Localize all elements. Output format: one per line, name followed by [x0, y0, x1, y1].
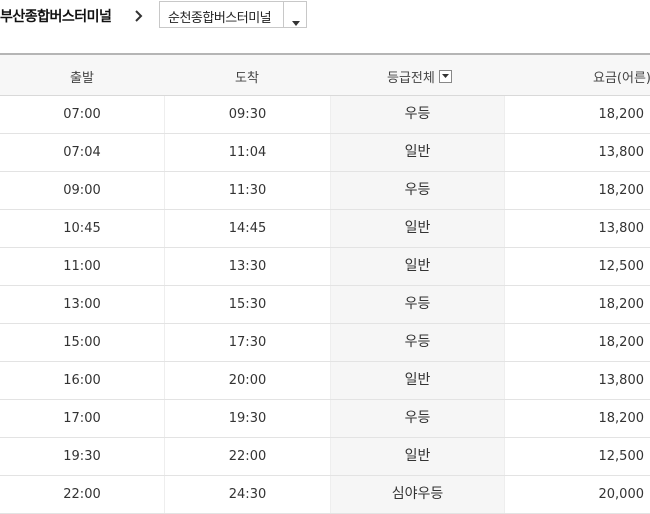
header-grade: 등급전체	[387, 67, 452, 86]
destination-value: 순천종합버스터미널	[168, 11, 272, 26]
fare-amount: 12,500	[598, 449, 645, 464]
arrival-time: 24:30	[165, 476, 331, 513]
departure-time: 19:30	[0, 438, 165, 475]
table-row[interactable]: 15:00 17:30 우등 18,200	[0, 324, 650, 362]
departure-time: 22:00	[0, 476, 165, 513]
bus-grade: 우등	[331, 172, 505, 209]
departure-time: 15:00	[0, 324, 165, 361]
arrival-time: 14:45	[165, 210, 331, 247]
fare-amount: 13,800	[598, 221, 645, 236]
destination-select[interactable]: 순천종합버스터미널	[159, 1, 307, 28]
bus-grade: 심야우등	[331, 476, 505, 513]
bus-grade: 우등	[331, 400, 505, 437]
bus-grade: 일반	[331, 248, 505, 285]
caret-down-icon	[441, 74, 449, 78]
table-row[interactable]: 07:04 11:04 일반 13,800	[0, 134, 650, 172]
bus-grade: 일반	[331, 438, 505, 475]
header-depart: 출발	[70, 71, 94, 86]
departure-time: 07:04	[0, 134, 165, 171]
route-selector: 부산종합버스터미널 순천종합버스터미널	[0, 0, 650, 34]
bus-grade: 일반	[331, 134, 505, 171]
table-row[interactable]: 22:00 24:30 심야우등 20,000	[0, 476, 650, 514]
table-row[interactable]: 09:00 11:30 우등 18,200	[0, 172, 650, 210]
table-row[interactable]: 13:00 15:30 우등 18,200	[0, 286, 650, 324]
fare-amount: 18,200	[598, 297, 645, 312]
table-body: 07:00 09:30 우등 18,200 07:04 11:04 일반 13,800 09:0…	[0, 96, 650, 514]
table-row[interactable]: 07:00 09:30 우등 18,200	[0, 96, 650, 134]
fare-amount: 18,200	[598, 183, 645, 198]
arrival-time: 17:30	[165, 324, 331, 361]
fare-amount: 13,800	[598, 373, 645, 388]
table-row[interactable]: 11:00 13:30 일반 12,500	[0, 248, 650, 286]
fare-amount: 20,000	[598, 487, 645, 502]
arrival-time: 11:04	[165, 134, 331, 171]
table-row[interactable]: 16:00 20:00 일반 13,800	[0, 362, 650, 400]
header-arrive: 도착	[235, 71, 259, 86]
arrival-time: 20:00	[165, 362, 331, 399]
header-grade-label: 등급전체	[387, 71, 435, 86]
fare-amount: 12,500	[598, 259, 645, 274]
fare-amount: 18,200	[598, 411, 645, 426]
arrival-time: 15:30	[165, 286, 331, 323]
bus-grade: 일반	[331, 210, 505, 247]
caret-down-icon[interactable]	[291, 12, 301, 26]
departure-time: 13:00	[0, 286, 165, 323]
departure-time: 17:00	[0, 400, 165, 437]
chevron-right-icon	[131, 8, 147, 22]
departure-time: 11:00	[0, 248, 165, 285]
table-row[interactable]: 10:45 14:45 일반 13,800	[0, 210, 650, 248]
bus-grade: 우등	[331, 324, 505, 361]
arrival-time: 19:30	[165, 400, 331, 437]
bus-grade: 우등	[331, 286, 505, 323]
table-header: 출발 도착 등급전체 요금(어른)	[0, 55, 650, 96]
fare-amount: 18,200	[598, 335, 645, 350]
select-divider	[283, 2, 284, 27]
table-row[interactable]: 17:00 19:30 우등 18,200	[0, 400, 650, 438]
arrival-time: 11:30	[165, 172, 331, 209]
departure-time: 10:45	[0, 210, 165, 247]
bus-grade: 일반	[331, 362, 505, 399]
table-row[interactable]: 19:30 22:00 일반 12,500	[0, 438, 650, 476]
arrival-time: 13:30	[165, 248, 331, 285]
grade-filter-dropdown[interactable]	[438, 70, 452, 83]
timetable: 출발 도착 등급전체 요금(어른) 07:00 09:30 우등 18,200 07:0…	[0, 53, 650, 514]
fare-amount: 13,800	[598, 145, 645, 160]
departure-time: 09:00	[0, 172, 165, 209]
departure-time: 07:00	[0, 96, 165, 133]
departure-time: 16:00	[0, 362, 165, 399]
header-fare: 요금(어른)	[593, 71, 650, 86]
fare-amount: 18,200	[598, 107, 645, 122]
arrival-time: 22:00	[165, 438, 331, 475]
arrival-time: 09:30	[165, 96, 331, 133]
origin-terminal: 부산종합버스터미널	[0, 9, 112, 25]
bus-grade: 우등	[331, 96, 505, 133]
